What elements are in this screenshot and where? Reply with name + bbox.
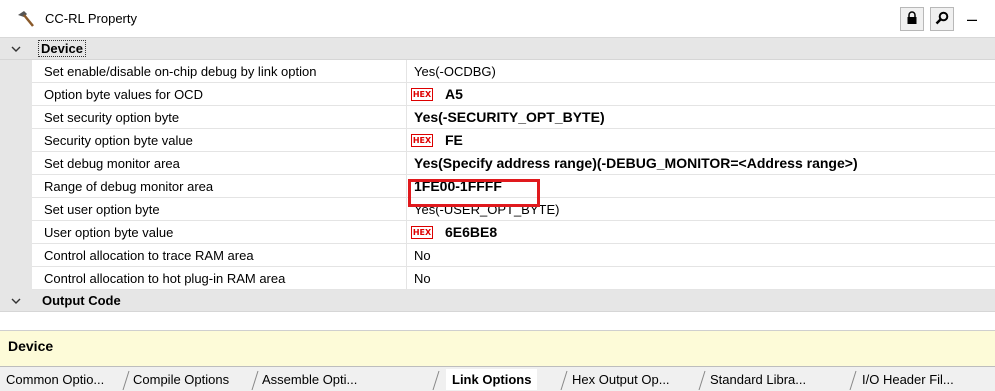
hex-icon: HEX — [411, 88, 433, 101]
property-row[interactable]: Security option byte value HEX FE — [0, 129, 995, 152]
property-row[interactable]: Option byte values for OCD HEX A5 — [0, 83, 995, 106]
tab-io-header-file[interactable]: I/O Header Fil... — [862, 369, 954, 390]
panel-titlebar: CC-RL Property – — [0, 0, 995, 38]
row-gutter — [0, 106, 32, 129]
property-value[interactable]: Yes(-OCDBG) — [414, 64, 496, 79]
column-divider — [406, 198, 407, 221]
row-gutter — [0, 60, 32, 83]
row-gutter — [0, 83, 32, 106]
column-divider — [406, 60, 407, 83]
property-value[interactable]: Yes(Specify address range)(-DEBUG_MONITO… — [414, 155, 858, 171]
hex-icon: HEX — [411, 226, 433, 239]
lock-icon — [906, 10, 918, 28]
tab-common-options[interactable]: Common Optio... — [6, 369, 104, 390]
minimize-icon: – — [966, 8, 977, 29]
tab-divider — [251, 370, 259, 390]
category-output-code[interactable]: Output Code — [0, 290, 995, 312]
property-name: Set enable/disable on-chip debug by link… — [44, 64, 317, 79]
options-tab-bar: Common Optio... Compile Options Assemble… — [0, 366, 995, 391]
tab-divider — [849, 370, 857, 390]
row-gutter — [0, 198, 32, 221]
property-name: Range of debug monitor area — [44, 179, 214, 194]
column-divider — [406, 129, 407, 152]
panel-title: CC-RL Property — [45, 11, 137, 26]
row-gutter — [0, 152, 32, 175]
property-name: Set security option byte — [44, 110, 180, 125]
property-value[interactable]: A5 — [445, 86, 463, 102]
property-name: Option byte values for OCD — [44, 87, 203, 102]
column-divider — [406, 152, 407, 175]
category-label: Device — [38, 40, 86, 57]
property-name: Control allocation to trace RAM area — [44, 248, 254, 263]
property-name: Set user option byte — [44, 202, 160, 217]
property-value[interactable]: Yes(-SECURITY_OPT_BYTE) — [414, 109, 605, 125]
tab-divider — [122, 370, 130, 390]
property-value[interactable]: No — [414, 271, 431, 286]
chevron-down-icon[interactable] — [9, 294, 23, 308]
category-device[interactable]: Device — [0, 38, 995, 60]
tab-divider — [698, 370, 706, 390]
column-divider — [406, 175, 407, 198]
tab-divider — [432, 370, 440, 390]
tab-assemble-options[interactable]: Assemble Opti... — [262, 369, 357, 390]
hex-icon: HEX — [411, 134, 433, 147]
property-grid: Device Set enable/disable on-chip debug … — [0, 38, 995, 330]
property-value[interactable]: FE — [445, 132, 463, 148]
property-row[interactable]: Set security option byte Yes(-SECURITY_O… — [0, 106, 995, 129]
property-name: User option byte value — [44, 225, 174, 240]
column-divider — [406, 221, 407, 244]
property-name: Control allocation to hot plug-in RAM ar… — [44, 271, 286, 286]
hammer-icon — [16, 9, 36, 29]
column-divider — [406, 267, 407, 290]
row-gutter — [0, 175, 32, 198]
description-panel: Device — [0, 330, 995, 366]
search-button[interactable] — [930, 7, 954, 31]
column-divider — [406, 244, 407, 267]
property-value[interactable]: No — [414, 248, 431, 263]
tab-hex-output-options[interactable]: Hex Output Op... — [572, 369, 670, 390]
description-title: Device — [8, 338, 54, 354]
property-row[interactable]: Control allocation to trace RAM area No — [0, 244, 995, 267]
minimize-button[interactable]: – — [960, 7, 984, 31]
row-gutter — [0, 267, 32, 290]
highlight-annotation — [408, 179, 540, 207]
row-gutter — [0, 244, 32, 267]
tab-compile-options[interactable]: Compile Options — [133, 369, 229, 390]
tab-divider — [560, 370, 568, 390]
property-name: Security option byte value — [44, 133, 193, 148]
property-row[interactable]: Control allocation to hot plug-in RAM ar… — [0, 267, 995, 290]
tab-link-options[interactable]: Link Options — [446, 369, 538, 390]
search-icon — [935, 11, 949, 28]
column-divider — [406, 83, 407, 106]
row-gutter — [0, 221, 32, 244]
column-divider — [406, 106, 407, 129]
chevron-down-icon[interactable] — [9, 42, 23, 56]
property-row[interactable]: User option byte value HEX 6E6BE8 — [0, 221, 995, 244]
tab-standard-library[interactable]: Standard Libra... — [710, 369, 806, 390]
property-value[interactable]: 6E6BE8 — [445, 224, 497, 240]
category-label: Output Code — [42, 293, 121, 308]
lock-button[interactable] — [900, 7, 924, 31]
property-row[interactable]: Set debug monitor area Yes(Specify addre… — [0, 152, 995, 175]
property-row[interactable]: Set enable/disable on-chip debug by link… — [0, 60, 995, 83]
property-name: Set debug monitor area — [44, 156, 180, 171]
row-gutter — [0, 129, 32, 152]
